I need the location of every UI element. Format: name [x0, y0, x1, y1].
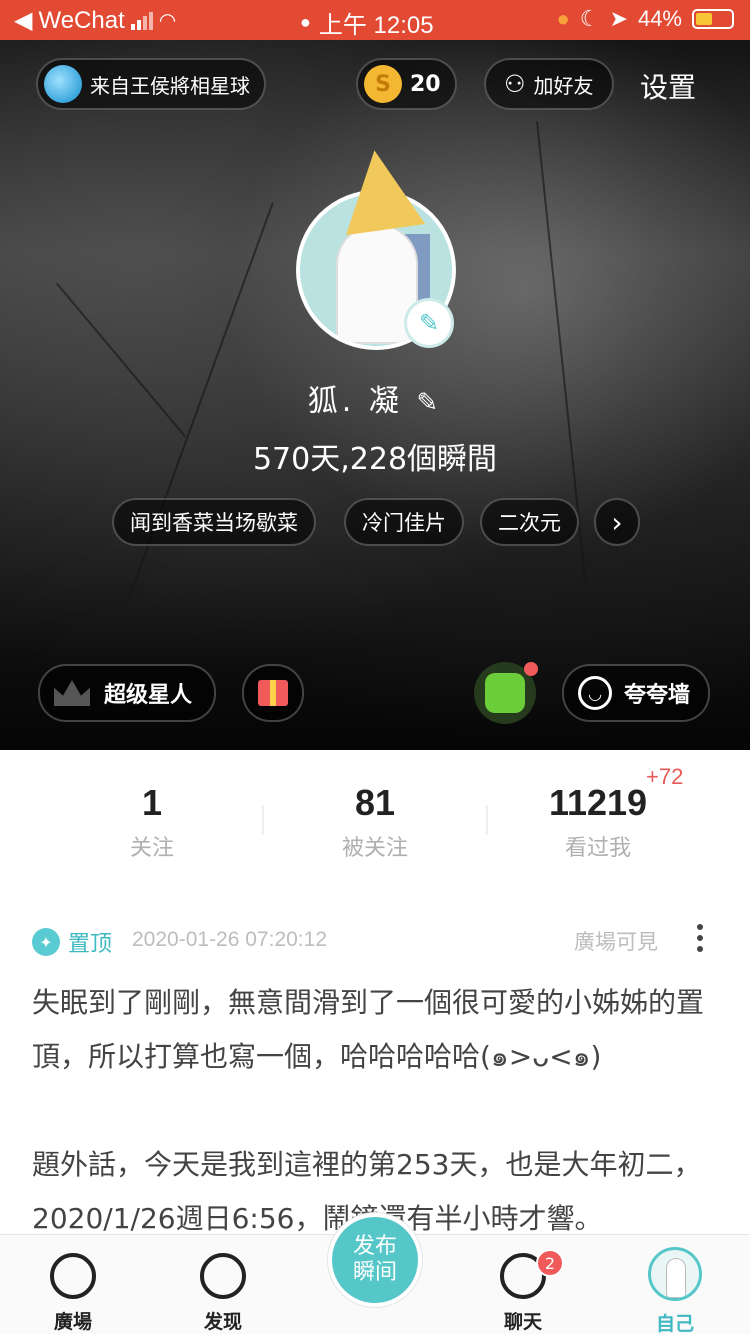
coin-count: 20 — [410, 71, 441, 97]
me-avatar-icon — [648, 1247, 702, 1301]
tab-me-label: 自己 — [655, 1313, 694, 1334]
moon-icon: ☾ — [579, 6, 600, 31]
tab-chat-label: 聊天 — [503, 1311, 542, 1333]
following-label: 关注 — [129, 836, 174, 861]
praise-wall-button[interactable]: ◡ 夸夸墙 — [562, 664, 711, 722]
tags-more-icon[interactable]: › — [594, 498, 640, 546]
add-user-icon: ⚇ — [504, 70, 526, 98]
notification-dot — [524, 662, 538, 676]
crown-icon — [54, 680, 90, 706]
profile-summary: 570天,228個瞬間 — [252, 442, 498, 477]
planet-icon — [44, 65, 82, 103]
tab-discover[interactable]: 发现 — [168, 1253, 278, 1334]
discover-icon — [200, 1253, 246, 1299]
battery-percent: 44% — [637, 6, 682, 31]
status-bar: ◀ WeChat ◠ ● 上午 12:05 ● ☾ ➤ 44% — [0, 0, 750, 40]
divider — [262, 805, 264, 835]
status-right: ● ☾ ➤ 44% — [556, 6, 734, 32]
tab-me[interactable]: 自己 — [620, 1247, 730, 1334]
gift-button[interactable] — [242, 664, 304, 722]
publish-moment-button[interactable]: 发布 瞬间 — [328, 1213, 422, 1307]
party-hat-icon — [334, 144, 426, 236]
smile-icon: ◡ — [578, 676, 612, 710]
post-text: 失眠到了剛剛，無意間滑到了一個很可愛的小姊姊的置頂，所以打算也寫一個，哈哈哈哈哈… — [32, 986, 705, 1234]
interest-tag[interactable]: 闻到香菜当场歇菜 — [112, 498, 316, 546]
add-friend-label: 加好友 — [533, 73, 594, 98]
superstar-button[interactable]: 超级星人 — [38, 664, 217, 722]
cell-signal-icon — [130, 11, 153, 30]
nickname-row[interactable]: 狐. 凝 ✎ — [0, 376, 750, 420]
wifi-icon: ◠ — [158, 10, 177, 32]
views-delta: +72 — [646, 764, 684, 789]
edit-avatar-icon[interactable]: ✎ — [404, 298, 454, 348]
square-icon — [50, 1253, 96, 1299]
following-count: 1 — [141, 782, 163, 823]
tab-square[interactable]: 廣場 — [18, 1253, 128, 1334]
praise-wall-label: 夸夸墙 — [624, 683, 691, 708]
tab-bar: 廣場 发现 发布 瞬间 聊天 2 自己 — [0, 1213, 750, 1334]
status-left[interactable]: ◀ WeChat ◠ — [14, 6, 176, 35]
nickname: 狐. 凝 — [307, 384, 403, 419]
battery-icon — [692, 9, 734, 29]
recording-dot-icon: ● — [556, 6, 570, 31]
back-app-label: WeChat — [38, 6, 125, 34]
post-visibility: 廣場可見 — [574, 930, 658, 954]
pin-icon: ✦ — [32, 928, 60, 956]
location-arrow-icon: ➤ — [609, 6, 628, 31]
chat-unread-badge: 2 — [536, 1249, 564, 1277]
post-date: 2020-01-26 07:20:12 — [132, 928, 327, 951]
interest-tag[interactable]: 二次元 — [480, 498, 579, 546]
divider — [486, 805, 488, 835]
superstar-label: 超级星人 — [104, 683, 193, 708]
followers-label: 被关注 — [341, 836, 408, 861]
settings-button[interactable]: 设置 — [640, 66, 696, 106]
status-center: ● 上午 12:05 — [300, 5, 434, 40]
interest-tag[interactable]: 冷门佳片 — [344, 498, 464, 546]
status-time: 上午 12:05 — [318, 12, 434, 39]
mic-icon: ● — [300, 12, 311, 32]
back-arrow-icon: ◀ — [14, 7, 33, 34]
planet-badge[interactable]: 来自王侯將相星球 — [36, 58, 266, 110]
pet-frog-icon[interactable] — [474, 662, 538, 724]
followers-count: 81 — [354, 782, 396, 823]
planet-label: 来自王侯將相星球 — [90, 73, 250, 98]
pinned-label: 置顶 — [68, 932, 113, 957]
profile-hero: 来自王侯將相星球 S 20 ⚇ 加好友 设置 ✎ 狐. 凝 ✎ 570天,228… — [0, 40, 750, 750]
tab-square-label: 廣場 — [53, 1311, 92, 1333]
coin-icon: S — [364, 65, 402, 103]
edit-name-icon[interactable]: ✎ — [416, 388, 442, 418]
stats-row: 1 关注 81 被关注 11219 看过我 +72 — [0, 750, 750, 890]
views-label: 看过我 — [564, 836, 631, 861]
following-stat[interactable]: 1 关注 — [52, 782, 252, 862]
followers-stat[interactable]: 81 被关注 — [275, 782, 475, 862]
gift-icon — [258, 680, 288, 706]
add-friend-button[interactable]: ⚇ 加好友 — [484, 58, 614, 110]
publish-label: 发布 瞬间 — [352, 1234, 397, 1285]
tab-discover-label: 发现 — [203, 1311, 242, 1333]
more-options-icon[interactable] — [694, 924, 706, 952]
views-stat[interactable]: 11219 看过我 — [498, 782, 698, 862]
pinned-post[interactable]: ✦ 置顶 2020-01-26 07:20:12 廣場可見 失眠到了剛剛，無意間… — [0, 890, 750, 1234]
coin-balance[interactable]: S 20 — [356, 58, 457, 110]
